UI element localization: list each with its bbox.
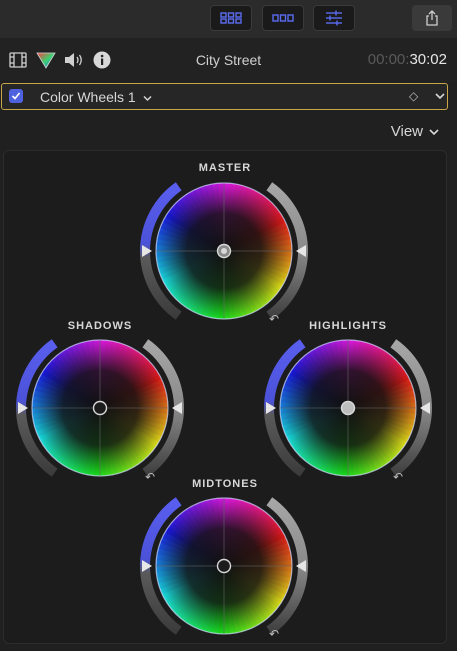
share-icon xyxy=(426,10,438,26)
color-wheels-effect-row[interactable]: Color Wheels 1 ◇ xyxy=(1,83,448,110)
grid-view-button[interactable] xyxy=(210,5,252,31)
chevron-down-icon xyxy=(429,128,439,135)
timecode-hours-minutes: 00:00: xyxy=(367,51,410,68)
view-menu-button[interactable]: View xyxy=(391,123,439,140)
inspector-header: City Street 00:00:30:02 xyxy=(0,38,457,82)
filmstrip-view-icon xyxy=(272,14,294,22)
shadows-reset-icon[interactable]: ↶ xyxy=(145,470,155,484)
inspector-toggle-button[interactable] xyxy=(313,5,355,31)
keyframe-diamond-icon[interactable]: ◇ xyxy=(409,89,418,103)
master-color-wheel[interactable] xyxy=(134,176,314,336)
timecode: 00:00:30:02 xyxy=(368,51,447,68)
highlights-color-puck[interactable] xyxy=(340,400,356,416)
view-menu-label: View xyxy=(390,123,423,140)
top-toolbar xyxy=(0,0,457,38)
grid-view-icon xyxy=(220,12,242,24)
share-button[interactable] xyxy=(412,5,452,31)
midtones-color-puck[interactable] xyxy=(216,558,232,574)
midtones-reset-icon[interactable]: ↶ xyxy=(269,627,279,641)
timecode-seconds-frames: 30:02 xyxy=(409,51,447,68)
inspector-sliders-icon xyxy=(326,10,342,26)
master-reset-icon[interactable]: ↶ xyxy=(269,312,279,326)
filmstrip-view-button[interactable] xyxy=(262,5,304,31)
checkmark-icon xyxy=(11,92,21,100)
master-wheel-label: MASTER xyxy=(198,162,252,174)
shadows-color-puck[interactable] xyxy=(92,400,108,416)
midtones-color-wheel[interactable] xyxy=(134,491,314,651)
effect-collapse-button[interactable] xyxy=(434,87,446,110)
effect-enable-checkbox[interactable] xyxy=(9,89,23,103)
shadows-color-wheel[interactable] xyxy=(10,333,190,493)
chevron-down-icon xyxy=(143,95,152,101)
effect-name-label: Color Wheels 1 xyxy=(40,89,136,105)
highlights-reset-icon[interactable]: ↶ xyxy=(393,470,403,484)
effect-name-dropdown[interactable]: Color Wheels 1 xyxy=(40,89,152,105)
highlights-color-wheel[interactable] xyxy=(258,333,438,493)
chevron-down-icon xyxy=(435,93,445,100)
